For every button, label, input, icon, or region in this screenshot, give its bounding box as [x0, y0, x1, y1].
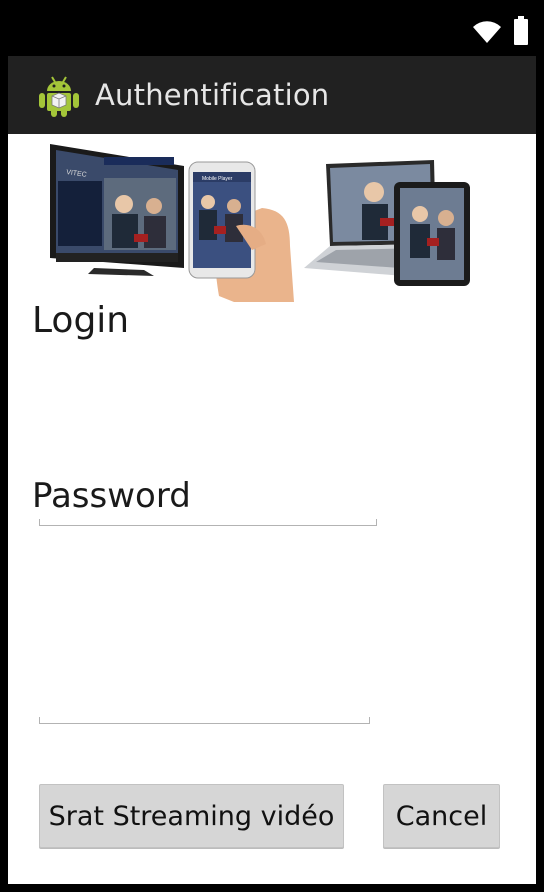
phone-in-hand-illustration: Mobile Player [188, 161, 294, 302]
page-title: Authentification [95, 78, 330, 112]
password-field[interactable] [39, 690, 372, 724]
action-bar: Authentification [8, 56, 536, 134]
battery-icon [514, 16, 528, 45]
field-tick-left [39, 519, 40, 525]
tablet-illustration [394, 182, 470, 286]
start-streaming-button[interactable]: Srat Streaming vidéo [39, 784, 344, 848]
wifi-icon [473, 21, 501, 43]
status-bar [8, 8, 536, 56]
password-label: Password [32, 476, 191, 516]
multi-device-banner-image: VITEC Mobile Player [50, 144, 470, 302]
login-label: Login [32, 300, 130, 341]
field-tick-left [39, 717, 40, 723]
phone-screen-title: Mobile Player [202, 176, 233, 182]
password-input[interactable] [41, 690, 372, 722]
tv-illustration: VITEC [50, 144, 184, 276]
cancel-button[interactable]: Cancel [383, 784, 500, 848]
android-icon[interactable] [38, 74, 80, 118]
